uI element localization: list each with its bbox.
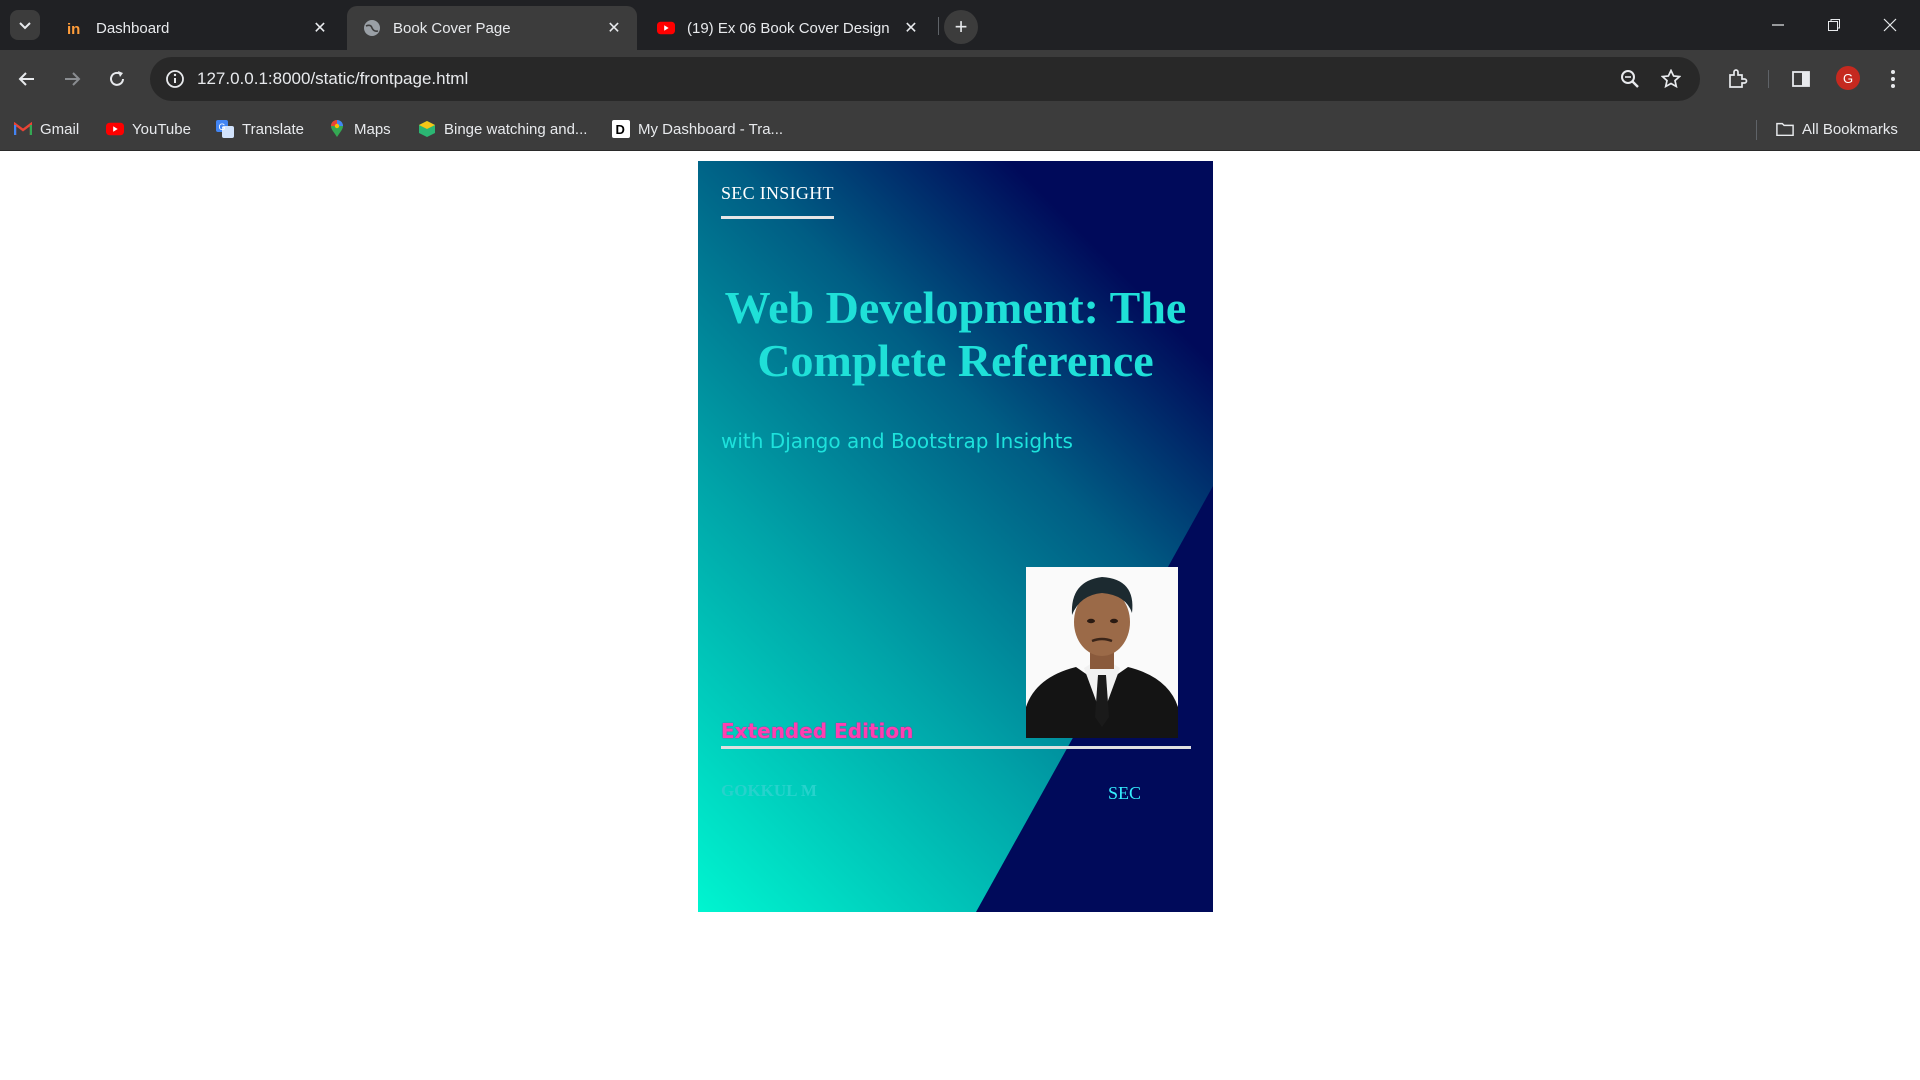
forward-button[interactable] [55, 62, 89, 96]
close-icon[interactable]: ✕ [311, 19, 329, 37]
profile-avatar[interactable]: G [1836, 66, 1860, 90]
bookmark-binge-watching[interactable]: Binge watching and... [418, 118, 587, 140]
reload-icon [110, 71, 124, 86]
all-bookmarks-button[interactable]: All Bookmarks [1776, 118, 1898, 140]
author-photo [1026, 567, 1178, 738]
bookmark-label: Binge watching and... [444, 120, 588, 138]
folder-icon [1776, 120, 1794, 138]
person-photo-icon [1026, 567, 1178, 738]
bookmark-translate[interactable]: G Translate [216, 118, 304, 140]
minimize-button[interactable] [1750, 0, 1806, 50]
browser-toolbar: 127.0.0.1:8000/static/frontpage.html G [0, 50, 1920, 108]
restore-icon [1828, 19, 1840, 31]
svg-text:in: in [67, 21, 80, 37]
maps-icon [328, 120, 346, 138]
window-close-button[interactable] [1862, 0, 1918, 50]
bookmark-gmail[interactable]: Gmail [14, 118, 79, 140]
bookmark-label: Translate [242, 120, 304, 138]
author-name: GOKKUL M [721, 781, 817, 800]
tab-bar: in Dashboard ✕ Book Cover Page ✕ (19) Ex… [0, 0, 1920, 50]
bookmarks-separator [1756, 120, 1757, 140]
translate-icon: G [216, 120, 234, 138]
tab-book-cover[interactable]: Book Cover Page ✕ [347, 6, 637, 50]
bookmark-label: My Dashboard - Tra... [638, 120, 784, 138]
star-icon[interactable] [1656, 64, 1686, 94]
chevron-down-icon [19, 22, 31, 30]
bookmark-label: YouTube [132, 120, 191, 138]
bookmark-label: Maps [354, 120, 391, 138]
youtube-icon [657, 19, 675, 37]
close-icon [1883, 18, 1897, 32]
tab-title: Book Cover Page [393, 19, 511, 37]
tab-search-button[interactable] [10, 10, 40, 40]
svg-text:D: D [616, 122, 625, 137]
url-text[interactable]: 127.0.0.1:8000/static/frontpage.html [197, 69, 468, 89]
arrow-right-icon [65, 72, 81, 86]
globe-icon [363, 19, 381, 37]
close-icon[interactable]: ✕ [902, 19, 920, 37]
d-icon: D [612, 120, 630, 138]
address-bar[interactable]: 127.0.0.1:8000/static/frontpage.html [150, 57, 1700, 101]
book-subtitle: with Django and Bootstrap Insights [721, 429, 1073, 453]
book-cover: SEC INSIGHT Web Development: The Complet… [698, 161, 1213, 912]
gmail-icon [14, 120, 32, 138]
bookmark-my-dashboard[interactable]: D My Dashboard - Tra... [612, 118, 783, 140]
menu-icon[interactable] [1876, 62, 1910, 96]
organization-name: SEC [1108, 783, 1142, 803]
zoom-icon[interactable] [1615, 64, 1645, 94]
publisher-name: SEC INSIGHT [721, 183, 834, 219]
restore-button[interactable] [1806, 0, 1862, 50]
site-info-icon[interactable] [160, 64, 190, 94]
side-panel-icon[interactable] [1784, 62, 1818, 96]
divider [721, 746, 1191, 749]
edition-label: Extended Edition [721, 719, 914, 743]
new-tab-button[interactable]: + [944, 10, 978, 44]
back-button[interactable] [10, 62, 44, 96]
close-icon[interactable]: ✕ [605, 19, 623, 37]
tab-separator [938, 17, 939, 35]
youtube-icon [106, 120, 124, 138]
tab-youtube-video[interactable]: (19) Ex 06 Book Cover Design u ✕ [641, 6, 934, 50]
arrow-left-icon [18, 72, 34, 86]
toolbar-separator [1768, 70, 1769, 88]
extensions-icon[interactable] [1720, 62, 1754, 96]
minimize-icon [1772, 24, 1784, 26]
svg-text:G: G [219, 122, 226, 132]
all-bookmarks-label: All Bookmarks [1802, 120, 1898, 138]
bookmarks-bar: Gmail YouTube G Translate Maps Binge wat… [0, 108, 1920, 151]
tab-dashboard[interactable]: in Dashboard ✕ [50, 6, 343, 50]
book-title: Web Development: The Complete Reference [724, 282, 1187, 386]
tab-title: Dashboard [96, 19, 170, 37]
invision-icon: in [66, 19, 84, 37]
bookmark-label: Gmail [40, 120, 80, 138]
bookmark-youtube[interactable]: YouTube [106, 118, 191, 140]
binge-icon [418, 120, 436, 138]
tab-title: (19) Ex 06 Book Cover Design u [687, 19, 892, 37]
reload-button[interactable] [100, 62, 134, 96]
bookmark-maps[interactable]: Maps [328, 118, 391, 140]
